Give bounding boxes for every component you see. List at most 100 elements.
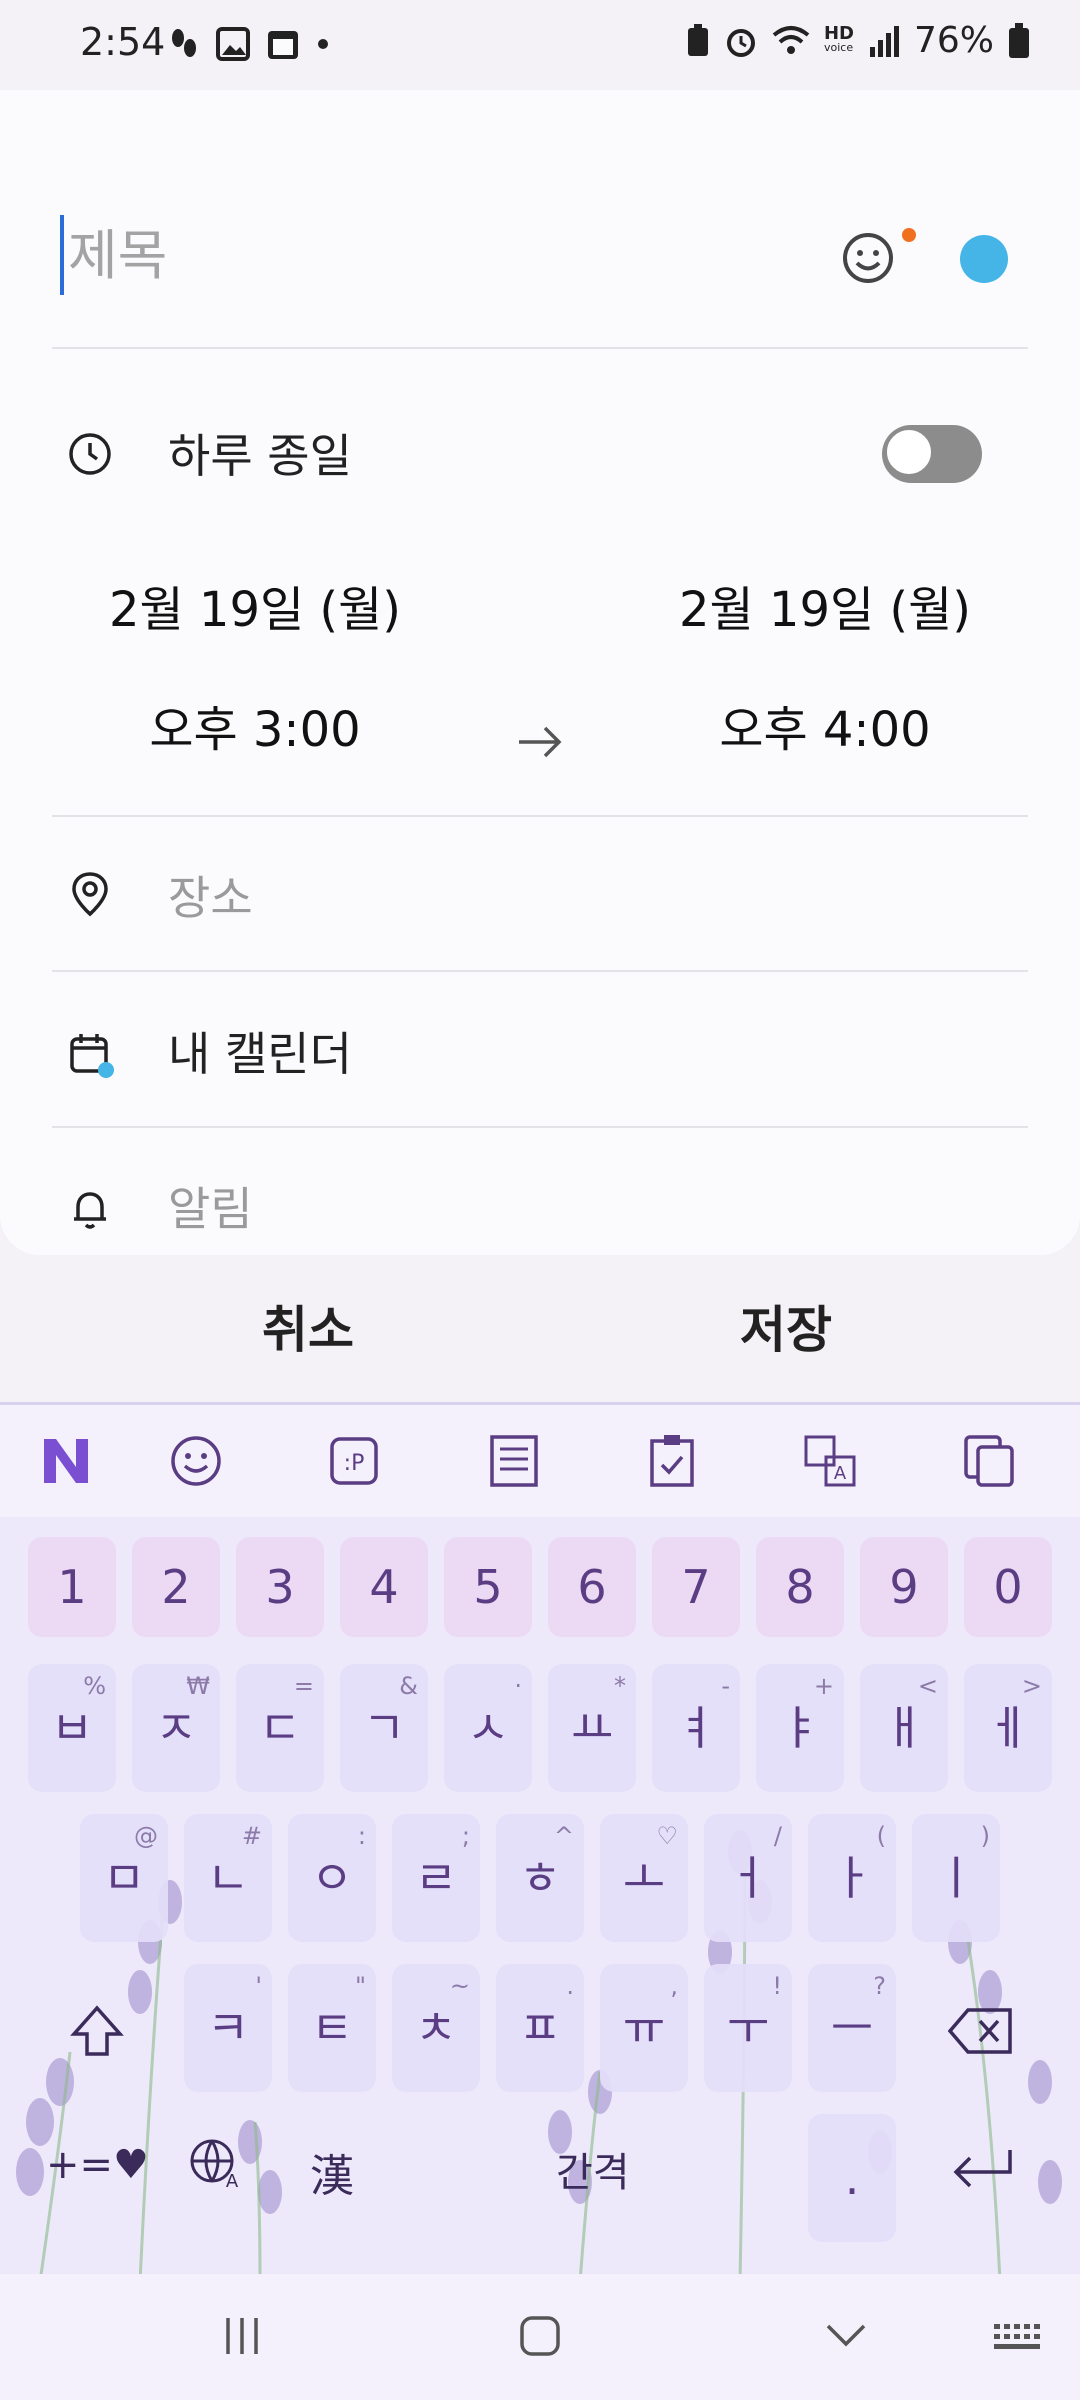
key-letter[interactable]: ㄷ = [236, 1664, 324, 1792]
cancel-button[interactable]: 취소 [262, 1290, 354, 1362]
key-letter[interactable]: ㅜ! [704, 1964, 792, 2092]
battery-percent: 76% [913, 20, 994, 61]
key-letter[interactable]: ㅣ) [912, 1814, 1000, 1942]
key-letter[interactable]: ㅋ ' [184, 1964, 272, 2092]
key-letter[interactable]: ㄱ & [340, 1664, 428, 1792]
alert-field[interactable]: 알림 [168, 1173, 253, 1239]
key-letter[interactable]: ㅔ > [964, 1664, 1052, 1792]
key-letter[interactable]: ㅅ · [444, 1664, 532, 1792]
end-date[interactable]: 2월 19일 (월) [650, 570, 1000, 640]
shift-icon[interactable] [68, 2002, 126, 2060]
key-3[interactable]: 3 [236, 1537, 324, 1637]
symbols-key[interactable]: +=♥ [46, 2142, 149, 2188]
key-letter[interactable]: ㅓ / [704, 1814, 792, 1942]
home-icon[interactable] [518, 2314, 562, 2358]
key-char: ㅑ [778, 1701, 822, 1755]
key-9[interactable]: 9 [860, 1537, 948, 1637]
keyboard-switch-icon[interactable] [990, 2314, 1042, 2358]
key-8[interactable]: 8 [756, 1537, 844, 1637]
divider [52, 347, 1028, 349]
dot-icon [318, 39, 328, 49]
sticker-icon[interactable]: :P [326, 1433, 382, 1489]
divider [52, 815, 1028, 817]
key-letter[interactable]: ㅗ ♡ [600, 1814, 688, 1942]
key-letter[interactable]: ㅑ + [756, 1664, 844, 1792]
title-input[interactable] [60, 215, 768, 295]
key-4[interactable]: 4 [340, 1537, 428, 1637]
key-letter[interactable]: ㅡ? [808, 1964, 896, 2092]
start-time[interactable]: 오후 3:00 [80, 690, 430, 760]
battery-icon [1009, 22, 1029, 58]
n-logo-icon[interactable] [38, 1433, 94, 1489]
key-letter[interactable]: ㅌ " [288, 1964, 376, 2092]
key-letter[interactable]: ㅏ( [808, 1814, 896, 1942]
key-letter[interactable]: ㅕ- [652, 1664, 740, 1792]
end-time[interactable]: 오후 4:00 [650, 690, 1000, 760]
key-sub: + [813, 1672, 834, 1700]
bell-icon [74, 1192, 106, 1229]
text-icon[interactable] [486, 1433, 542, 1489]
recents-icon[interactable] [220, 2314, 264, 2358]
key-char: ㅡ [830, 2001, 874, 2055]
key-2[interactable]: 2 [132, 1537, 220, 1637]
key-char: ㄴ [206, 1851, 250, 1905]
period-key[interactable]: . [808, 2114, 896, 2242]
key-sub: = [293, 1672, 314, 1700]
key-letter[interactable]: ㅛ * [548, 1664, 636, 1792]
action-bar: 취소 저장 [0, 1260, 1080, 1400]
key-1[interactable]: 1 [28, 1537, 116, 1637]
key-sub: ( [876, 1822, 886, 1850]
battery-saver-icon [687, 23, 708, 56]
emoji-icon[interactable] [168, 1433, 224, 1489]
status-time: 2:54 [80, 20, 166, 64]
hanja-key[interactable]: 漢 [310, 2140, 354, 2204]
key-letter[interactable]: ㅊ ~ [392, 1964, 480, 2092]
key-letter[interactable]: ㅁ @ [80, 1814, 168, 1942]
emoji-icon[interactable] [838, 228, 898, 288]
key-sub: % [83, 1672, 106, 1700]
space-key[interactable]: 간격 [556, 2140, 630, 2198]
key-letter[interactable]: ㄹ; [392, 1814, 480, 1942]
save-button[interactable]: 저장 [740, 1290, 832, 1362]
key-letter[interactable]: ㅐ < [860, 1664, 948, 1792]
translate-icon[interactable]: A [802, 1433, 858, 1489]
key-letter[interactable]: ㅈ ₩ [132, 1664, 220, 1792]
hd-label: HD [823, 22, 854, 44]
clipboard-icon[interactable] [644, 1433, 700, 1489]
key-sub: ♡ [656, 1822, 678, 1850]
key-letter[interactable]: ㅇ: [288, 1814, 376, 1942]
key-char: ㅌ [310, 2001, 354, 2055]
key-char: ㅕ [674, 1701, 718, 1755]
location-field[interactable]: 장소 [168, 862, 253, 928]
key-sub: @ [134, 1822, 158, 1850]
enter-icon[interactable] [948, 2146, 1018, 2192]
signal-icon [869, 25, 899, 57]
key-sub: ! [772, 1972, 782, 2000]
key-letter[interactable]: ㅎ ^ [496, 1814, 584, 1942]
key-6[interactable]: 6 [548, 1537, 636, 1637]
calendar-label[interactable]: 내 캘린더 [168, 1018, 352, 1084]
hide-keyboard-icon[interactable] [822, 2314, 870, 2358]
key-letter[interactable]: ㅂ% [28, 1664, 116, 1792]
notification-dot [902, 228, 916, 242]
key-char: ㅍ [518, 2001, 562, 2055]
key-5[interactable]: 5 [444, 1537, 532, 1637]
color-picker-button[interactable] [960, 235, 1008, 283]
copy-icon[interactable] [962, 1433, 1018, 1489]
start-date[interactable]: 2월 19일 (월) [80, 570, 430, 640]
key-7[interactable]: 7 [652, 1537, 740, 1637]
key-letter[interactable]: ㄴ # [184, 1814, 272, 1942]
calendar-icon [268, 31, 298, 59]
language-globe-icon[interactable]: A [188, 2137, 242, 2191]
key-sub: / [773, 1822, 782, 1850]
backspace-icon[interactable] [948, 2006, 1014, 2056]
divider [52, 1126, 1028, 1128]
calendar-select-icon [70, 1034, 114, 1078]
key-letter[interactable]: ㅍ. [496, 1964, 584, 2092]
key-char: ㄱ [362, 1701, 406, 1755]
key-sub: ) [980, 1822, 990, 1850]
all-day-toggle[interactable] [882, 425, 982, 483]
key-sub: * [614, 1672, 626, 1700]
key-letter[interactable]: ㅠ, [600, 1964, 688, 2092]
key-0[interactable]: 0 [964, 1537, 1052, 1637]
